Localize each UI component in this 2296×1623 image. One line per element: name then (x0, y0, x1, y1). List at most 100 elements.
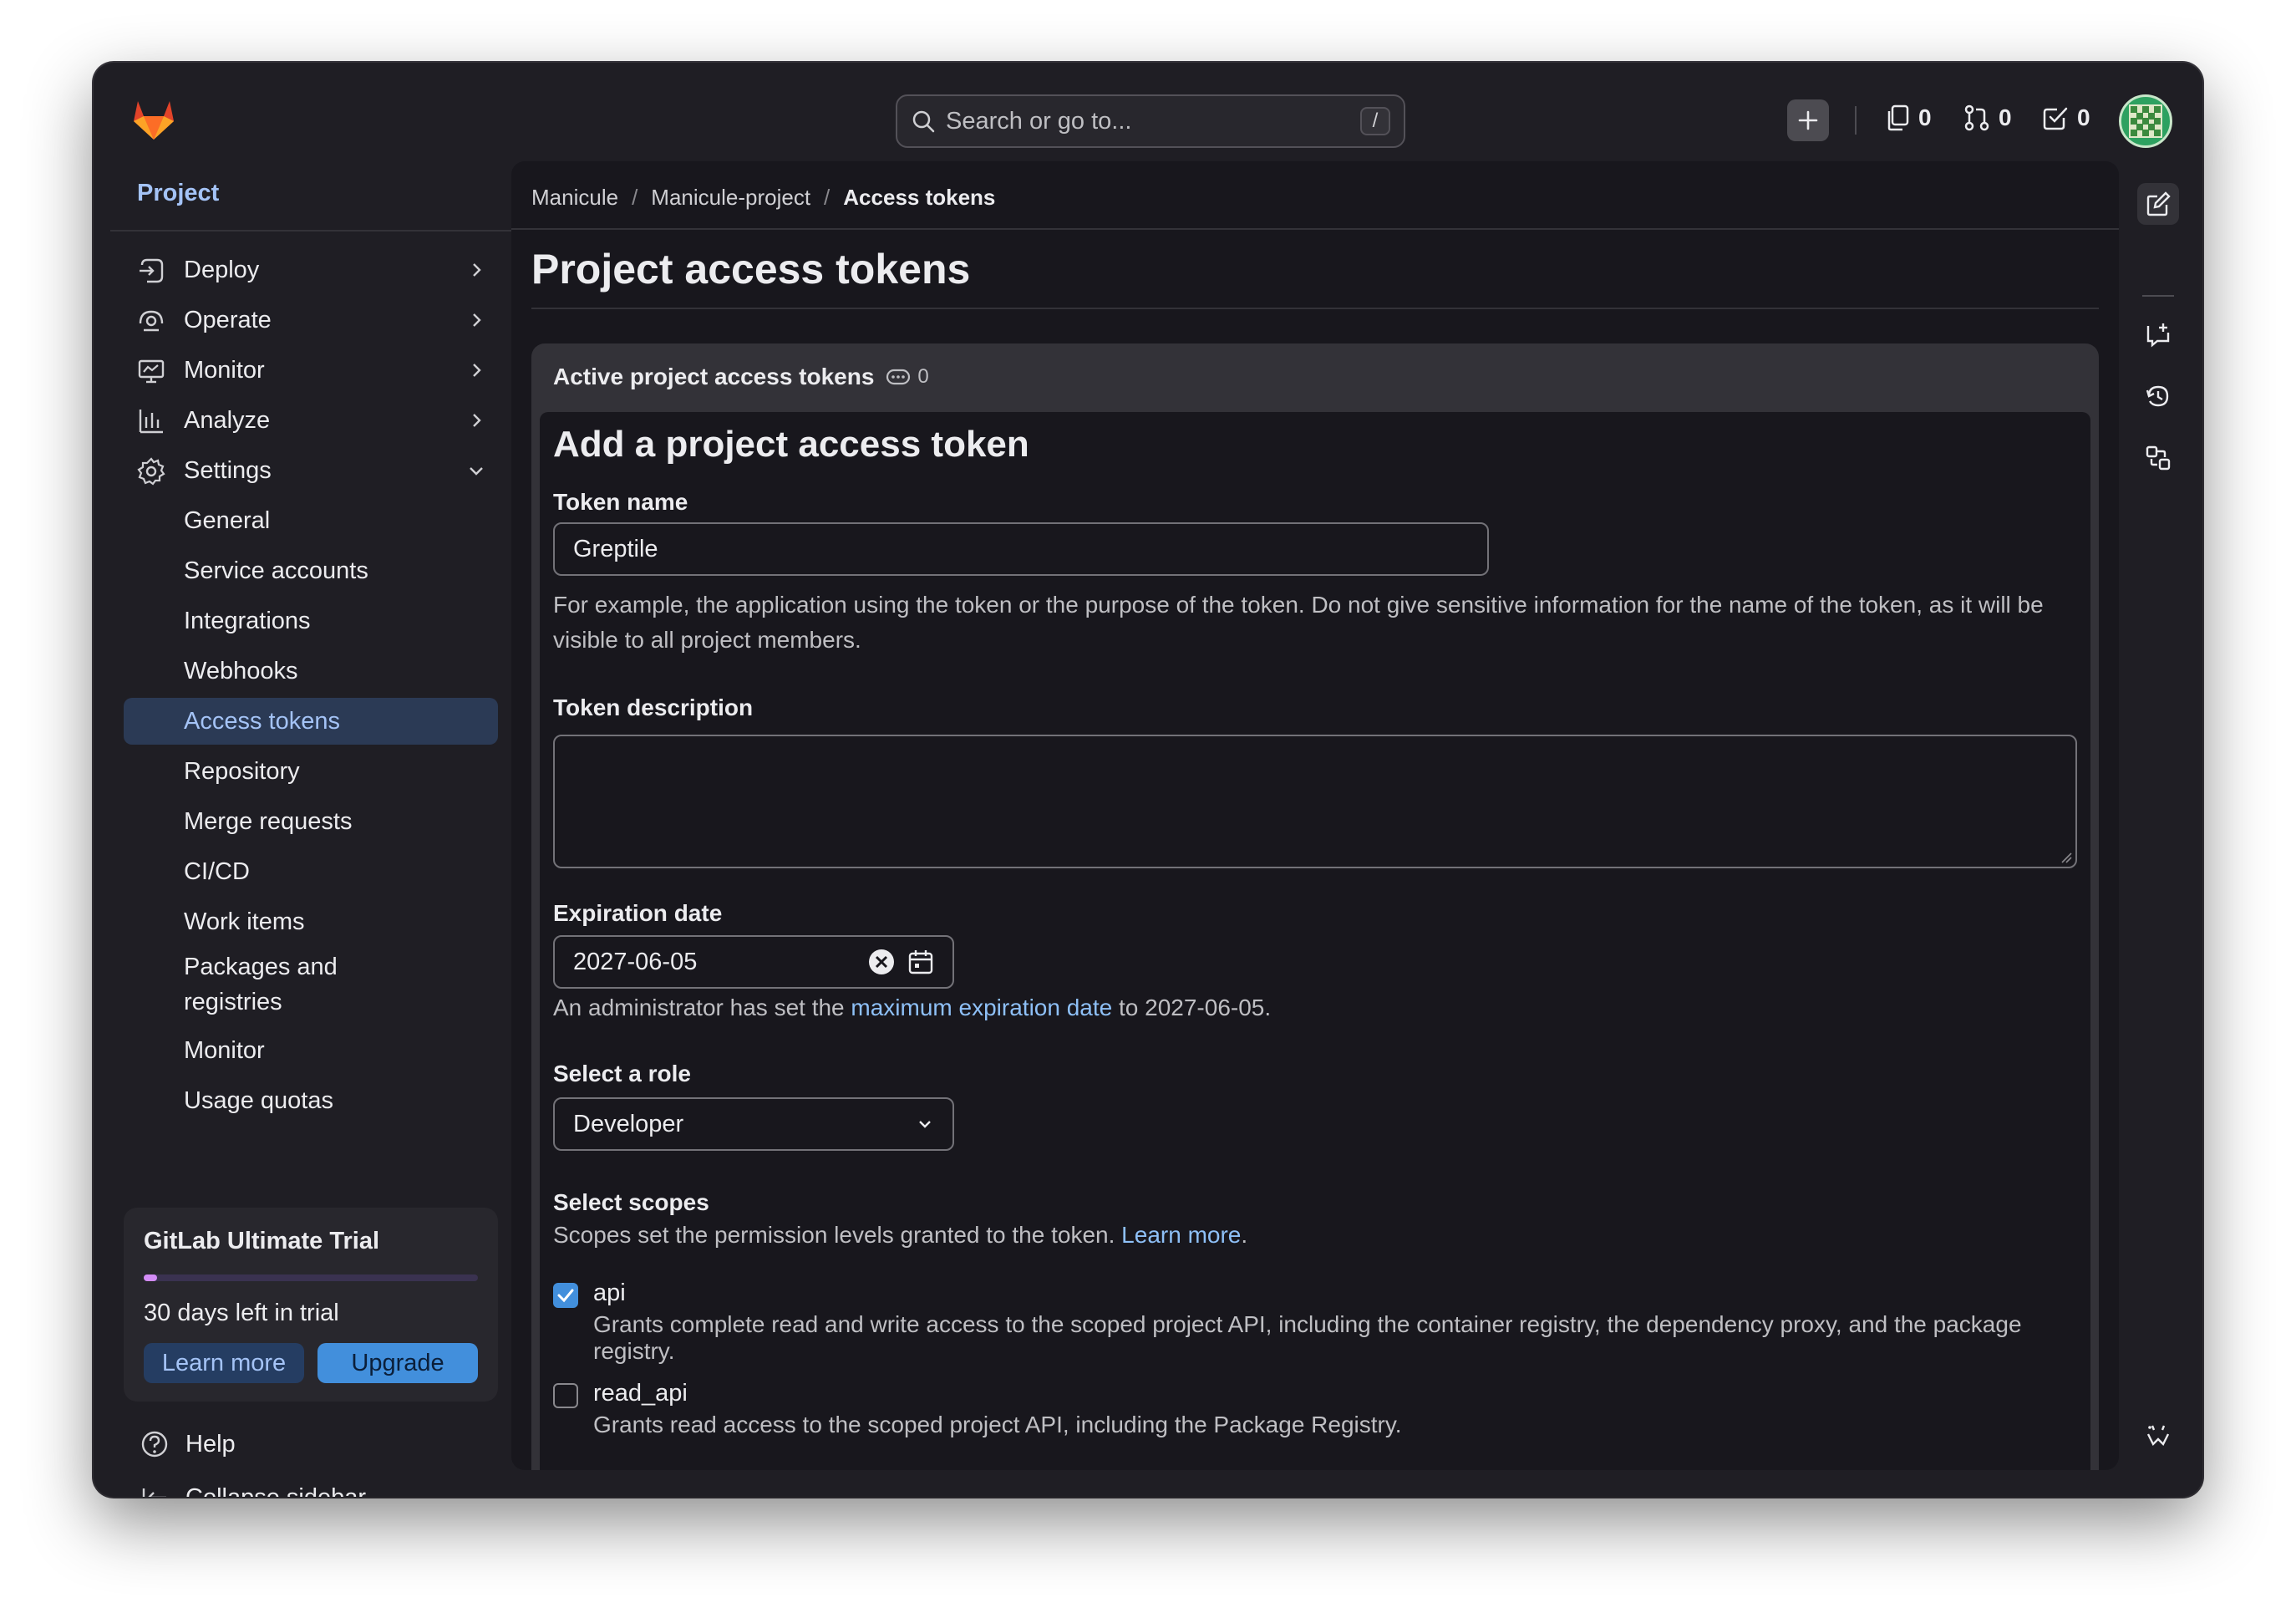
help-circle-icon (141, 1431, 168, 1458)
search-box[interactable]: Search or go to... / (896, 94, 1405, 148)
scopes-help: Scopes set the permission levels granted… (553, 1218, 1247, 1253)
search-shortcut-key: / (1360, 107, 1390, 135)
token-name-help: For example, the application using the t… (553, 592, 2044, 653)
topbar-separator (1855, 106, 1857, 135)
scope-description: Grants complete read and write access to… (593, 1311, 2022, 1364)
trial-upgrade-button[interactable]: Upgrade (317, 1343, 478, 1383)
sidebar-item-label: Settings (184, 456, 272, 484)
sidebar-divider (110, 230, 511, 231)
duo-assistant-button[interactable] (2137, 1415, 2179, 1457)
scope-name: read_api (593, 1380, 688, 1407)
deploy-icon (140, 258, 164, 283)
search-icon (912, 110, 935, 133)
form-title: Add a project access token (553, 424, 1029, 465)
user-avatar[interactable] (2119, 94, 2172, 148)
sidebar-item-monitor[interactable]: Monitor (124, 347, 498, 394)
settings-icon (137, 457, 165, 486)
scopes-help-prefix: Scopes set the permission levels granted… (553, 1222, 1122, 1248)
token-description-textarea[interactable] (553, 735, 2077, 868)
history-icon (2146, 385, 2169, 407)
scope-read-api-checkbox[interactable] (553, 1383, 578, 1408)
compare-button[interactable] (2137, 437, 2179, 479)
breadcrumb-current[interactable]: Access tokens (843, 185, 995, 211)
sidebar-subitem-label: Webhooks (184, 657, 298, 684)
sidebar-subitem-webhooks[interactable]: Webhooks (124, 648, 498, 694)
sidebar-subitem-usage-quotas[interactable]: Usage quotas (124, 1077, 498, 1124)
issues-count: 0 (1918, 104, 1932, 130)
resize-handle-icon[interactable] (2060, 852, 2072, 863)
sidebar-subitem-service-accounts[interactable]: Service accounts (124, 547, 498, 594)
sidebar-subitem-label: Packages and registries (184, 954, 338, 1015)
scopes-help-suffix: . (1241, 1222, 1248, 1248)
token-icon (886, 369, 911, 385)
issues-icon (1887, 104, 1909, 131)
search-placeholder: Search or go to... (946, 107, 1132, 135)
operate-icon (139, 310, 164, 332)
add-comment-button[interactable] (2137, 313, 2179, 355)
monitor-icon (138, 359, 165, 384)
token-name-label: Token name (553, 489, 688, 515)
gitlab-logo-icon[interactable] (130, 96, 177, 141)
role-select[interactable]: Developer (553, 1097, 954, 1151)
calendar-icon[interactable] (907, 949, 934, 975)
tanuki-ai-icon (2146, 1425, 2170, 1447)
expiration-date-input[interactable]: 2027-06-05 (553, 935, 954, 989)
sidebar-section-title: Project (137, 180, 220, 206)
sidebar-subitem-ci-cd[interactable]: CI/CD (124, 848, 498, 895)
expiration-help: An administrator has set the maximum exp… (553, 990, 1271, 1025)
breadcrumb-group[interactable]: Manicule (531, 185, 618, 211)
sidebar-item-label: Deploy (184, 256, 260, 283)
sidebar-subitem-label: Work items (184, 908, 305, 935)
token-count-badge: 0 (886, 365, 929, 389)
main-content: Manicule / Manicule-project / Access tok… (511, 161, 2119, 1470)
sidebar-subitem-general[interactable]: General (124, 497, 498, 544)
collapse-sidebar-button[interactable]: Collapse sidebar (140, 1483, 366, 1497)
breadcrumb-separator: / (824, 185, 831, 210)
expiration-help-suffix: to 2027-06-05. (1112, 995, 1272, 1020)
role-label: Select a role (553, 1061, 691, 1086)
sidebar-item-analyze[interactable]: Analyze (124, 397, 498, 444)
edit-icon (2146, 191, 2171, 216)
edit-button[interactable] (2137, 183, 2179, 225)
issues-counter[interactable]: 0 (1887, 104, 1932, 131)
expiration-help-prefix: An administrator has set the (553, 995, 851, 1020)
identicon-icon (2129, 104, 2162, 138)
history-button[interactable] (2137, 375, 2179, 417)
sidebar-subitem-access-tokens[interactable]: Access tokens (124, 698, 498, 745)
token-name-input[interactable] (553, 522, 1489, 576)
help-link[interactable]: Help (140, 1430, 236, 1458)
sidebar-subitem-packages-registries[interactable]: Packages and registries (124, 947, 498, 1022)
maximum-expiration-date-link[interactable]: maximum expiration date (851, 995, 1112, 1020)
sidebar-item-deploy[interactable]: Deploy (124, 247, 498, 293)
trial-widget: GitLab Ultimate Trial 30 days left in tr… (124, 1208, 498, 1402)
chevron-down-icon (919, 1121, 931, 1128)
sidebar-subitem-work-items[interactable]: Work items (124, 898, 498, 945)
page-title: Project access tokens (531, 246, 971, 293)
sidebar-subitem-label: Integrations (184, 607, 311, 634)
scope-api-checkbox[interactable] (553, 1283, 578, 1308)
breadcrumb-project[interactable]: Manicule-project (651, 185, 810, 211)
compare-icon (2146, 445, 2171, 471)
card-header-title: Active project access tokens (553, 364, 875, 389)
merge-requests-counter[interactable]: 0 (1963, 104, 2012, 131)
sidebar-subitem-repository[interactable]: Repository (124, 748, 498, 795)
chevron-right-icon (473, 364, 481, 377)
sidebar-item-operate[interactable]: Operate (124, 297, 498, 343)
breadcrumb: Manicule / Manicule-project / Access tok… (531, 185, 995, 211)
sidebar-item-settings[interactable]: Settings (124, 447, 498, 494)
sidebar-subitem-integrations[interactable]: Integrations (124, 598, 498, 644)
sidebar-subitem-monitor[interactable]: Monitor (124, 1027, 498, 1074)
todos-counter[interactable]: 0 (2042, 104, 2090, 131)
merge-requests-count: 0 (1999, 104, 2012, 130)
todos-count: 0 (2077, 104, 2090, 130)
clear-date-icon[interactable] (867, 948, 896, 976)
trial-learn-more-button[interactable]: Learn more (144, 1343, 304, 1383)
sidebar-subitem-merge-requests[interactable]: Merge requests (124, 798, 498, 845)
comment-plus-icon (2146, 323, 2170, 348)
create-new-button[interactable] (1787, 99, 1829, 141)
scopes-learn-more-link[interactable]: Learn more (1121, 1222, 1241, 1248)
title-divider (531, 308, 2099, 309)
breadcrumb-separator: / (632, 185, 638, 210)
sidebar-subitem-label: General (184, 506, 271, 534)
trial-days-left: 30 days left in trial (144, 1300, 339, 1326)
